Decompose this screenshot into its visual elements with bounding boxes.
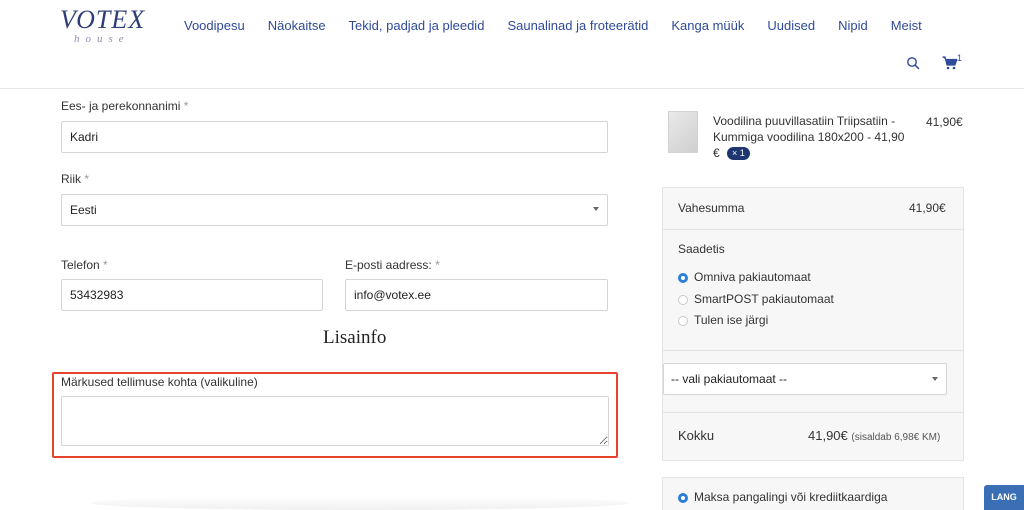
cart-count-badge: 1 bbox=[957, 53, 963, 63]
shipping-option-pickup[interactable]: Tulen ise järgi bbox=[694, 313, 768, 327]
phone-value: 53432983 bbox=[70, 288, 124, 302]
email-label-text: E-posti aadress: bbox=[345, 258, 432, 272]
name-value: Kadri bbox=[70, 130, 99, 144]
nav-meist[interactable]: Meist bbox=[891, 17, 922, 35]
language-button[interactable]: LANG bbox=[984, 485, 1024, 510]
order-notes-textarea[interactable] bbox=[61, 396, 609, 446]
nav-uudised[interactable]: Uudised bbox=[767, 17, 815, 35]
summary-divider bbox=[663, 350, 963, 351]
shipping-option-omniva[interactable]: Omniva pakiautomaat bbox=[694, 270, 811, 284]
email-label: E-posti aadress: * bbox=[345, 258, 440, 272]
phone-label-text: Telefon bbox=[61, 258, 100, 272]
search-icon[interactable] bbox=[906, 56, 920, 70]
logo-text: VOTEX bbox=[60, 5, 146, 34]
total-value: 41,90€ (sisaldab 6,98€ KM) bbox=[808, 428, 940, 443]
summary-divider bbox=[663, 229, 963, 230]
chevron-down-icon bbox=[932, 377, 938, 381]
country-label: Riik * bbox=[61, 172, 89, 186]
name-label: Ees- ja perekonnanimi * bbox=[61, 99, 188, 113]
subtotal-value: 41,90€ bbox=[909, 201, 946, 215]
product-name-line1[interactable]: Voodilina puuvillasatiin Triipsatiin - bbox=[713, 113, 895, 129]
shipping-radio-pickup[interactable] bbox=[678, 316, 688, 326]
chevron-down-icon bbox=[593, 207, 599, 211]
phone-label: Telefon * bbox=[61, 258, 108, 272]
country-select[interactable]: Eesti bbox=[61, 194, 608, 226]
nav-saunalinad[interactable]: Saunalinad ja froteerätid bbox=[507, 17, 648, 35]
subtotal-label: Vahesumma bbox=[678, 201, 745, 215]
phone-field[interactable]: 53432983 bbox=[61, 279, 323, 311]
site-header: VOTEX house Voodipesu Näokaitse Tekid, p… bbox=[0, 0, 1024, 89]
country-label-text: Riik bbox=[61, 172, 81, 186]
total-label: Kokku bbox=[678, 428, 715, 443]
email-field[interactable]: info@votex.ee bbox=[345, 279, 608, 311]
payment-radio-banklink[interactable] bbox=[678, 493, 688, 503]
required-mark: * bbox=[183, 99, 189, 113]
name-label-text: Ees- ja perekonnanimi bbox=[61, 99, 181, 113]
nav-tekid[interactable]: Tekid, padjad ja pleedid bbox=[349, 17, 485, 35]
nav-kanga-muuk[interactable]: Kanga müük bbox=[671, 17, 744, 35]
summary-divider bbox=[663, 412, 963, 413]
nav-voodipesu[interactable]: Voodipesu bbox=[184, 17, 245, 35]
shipping-label: Saadetis bbox=[678, 242, 725, 256]
nav-nipid[interactable]: Nipid bbox=[838, 17, 868, 35]
parcel-locker-value: -- vali pakiautomaat -- bbox=[671, 372, 788, 386]
required-mark: * bbox=[435, 258, 440, 272]
product-name-line2[interactable]: Kummiga voodilina 180x200 - 41,90 bbox=[713, 129, 904, 145]
country-value: Eesti bbox=[70, 203, 97, 217]
main-nav: Voodipesu Näokaitse Tekid, padjad ja ple… bbox=[184, 17, 945, 35]
quantity-badge: × 1 bbox=[727, 147, 750, 160]
notes-label: Märkused tellimuse kohta (valikuline) bbox=[61, 375, 258, 389]
section-title-lisainfo: Lisainfo bbox=[323, 327, 387, 348]
product-price: 41,90€ bbox=[926, 115, 963, 129]
total-amount: 41,90€ bbox=[808, 428, 848, 443]
total-vat-note: (sisaldab 6,98€ KM) bbox=[851, 432, 941, 443]
product-thumbnail bbox=[668, 111, 698, 153]
required-mark: * bbox=[84, 172, 90, 186]
product-name-line3: € bbox=[713, 146, 720, 160]
votex-logo[interactable]: VOTEX house bbox=[60, 6, 150, 46]
cart-icon[interactable] bbox=[942, 56, 958, 70]
email-value: info@votex.ee bbox=[354, 288, 431, 302]
nav-naokaitse[interactable]: Näokaitse bbox=[268, 17, 326, 35]
name-field[interactable]: Kadri bbox=[61, 121, 608, 153]
shipping-radio-omniva[interactable] bbox=[678, 273, 688, 283]
shipping-option-smartpost[interactable]: SmartPOST pakiautomaat bbox=[694, 292, 834, 306]
parcel-locker-select[interactable]: -- vali pakiautomaat -- bbox=[663, 363, 947, 395]
required-mark: * bbox=[103, 258, 108, 272]
logo-subtext: house bbox=[74, 33, 130, 45]
shipping-radio-smartpost[interactable] bbox=[678, 295, 688, 305]
footer-shadow bbox=[90, 496, 630, 510]
payment-option-banklink[interactable]: Maksa pangalingi või krediitkaardiga bbox=[694, 490, 887, 504]
